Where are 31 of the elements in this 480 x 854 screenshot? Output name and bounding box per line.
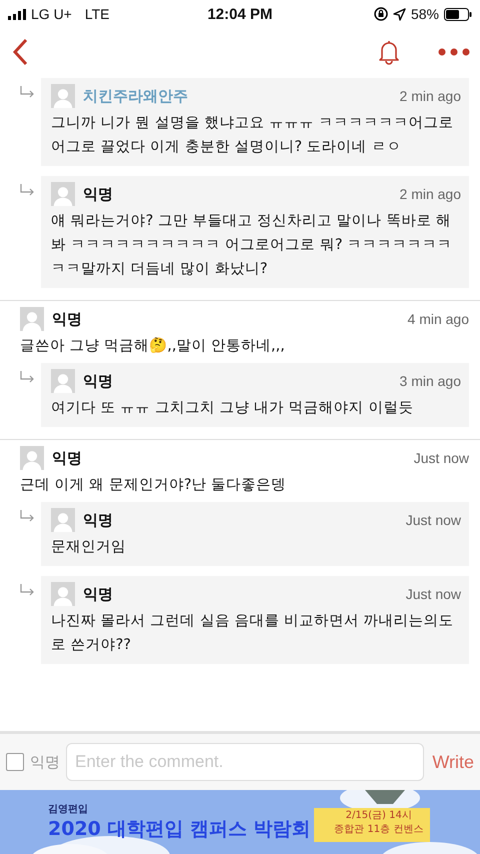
comment-time: Just now bbox=[406, 512, 461, 528]
comment-time: Just now bbox=[414, 450, 469, 466]
banner-brand: 김영편입 bbox=[48, 803, 89, 816]
comment-time: Just now bbox=[406, 586, 461, 602]
comment-text: 글쓴아 그냥 먹금해🤔,,말이 안통하네,,, bbox=[20, 336, 286, 356]
comment-time: 2 min ago bbox=[400, 186, 461, 202]
comment-text: 여기다 또 ㅠㅠ 그치그치 그냥 내가 먹금해야지 이럴듯 bbox=[51, 399, 414, 418]
comment-author: 익명 bbox=[52, 448, 83, 468]
banner-note: 종합관 11층 컨벤스 bbox=[334, 823, 424, 836]
anonymous-label: 익명 bbox=[30, 752, 60, 772]
comment-text: 그니까 니가 뭔 설명을 했냐고요 ㅠㅠㅠ ㅋㅋㅋㅋㅋㅋ어그로어그로 끌었다 이게 충분한 설명이니? 도라이네 ㄹㅇ bbox=[51, 114, 455, 157]
comment-text: 얘 뭐라는거야? 그만 부들대고 정신차리고 말이나 똑바로 해봐 ㅋㅋㅋㅋㅋㅋㅋㅋㅋㅋ 어그로어그로 뭐? ㅋㅋㅋㅋㅋㅋㅋㅋㅋ말까지 더듬네 많이 화났니? bbox=[51, 212, 454, 279]
carrier-label: LG U+ bbox=[31, 6, 72, 22]
comment-author: 치킨주라왜안주 bbox=[83, 86, 189, 106]
write-button[interactable]: Write bbox=[430, 752, 476, 772]
comment-author: 익명 bbox=[52, 310, 83, 328]
status-time: 12:04 PM bbox=[207, 6, 273, 22]
comment-author: 익명 bbox=[83, 510, 114, 530]
comment-text: 나진짜 몰라서 그런데 실음 음대를 비교하면서 까내리는의도로 쓴거야?? bbox=[51, 612, 455, 655]
comment-author: 익명 bbox=[83, 184, 114, 204]
network-label: LTE bbox=[84, 6, 110, 22]
comment-author: 익명 bbox=[83, 372, 114, 390]
banner-note: 2/15(금) 14시 bbox=[346, 809, 412, 822]
comment-text: 문재인거임 bbox=[51, 538, 127, 557]
banner-headline: 2020 대학편입 캠퍼스 박람회 bbox=[48, 817, 311, 842]
comment-time: 2 min ago bbox=[400, 88, 461, 104]
comment-time: 3 min ago bbox=[400, 373, 461, 389]
battery-percent: 58% bbox=[410, 6, 439, 22]
comment-text: 근데 이게 왜 문제인거야?난 둘다좋은뎅 bbox=[20, 476, 288, 495]
comment-time: 4 min ago bbox=[408, 311, 469, 327]
comment-author: 익명 bbox=[83, 584, 114, 604]
